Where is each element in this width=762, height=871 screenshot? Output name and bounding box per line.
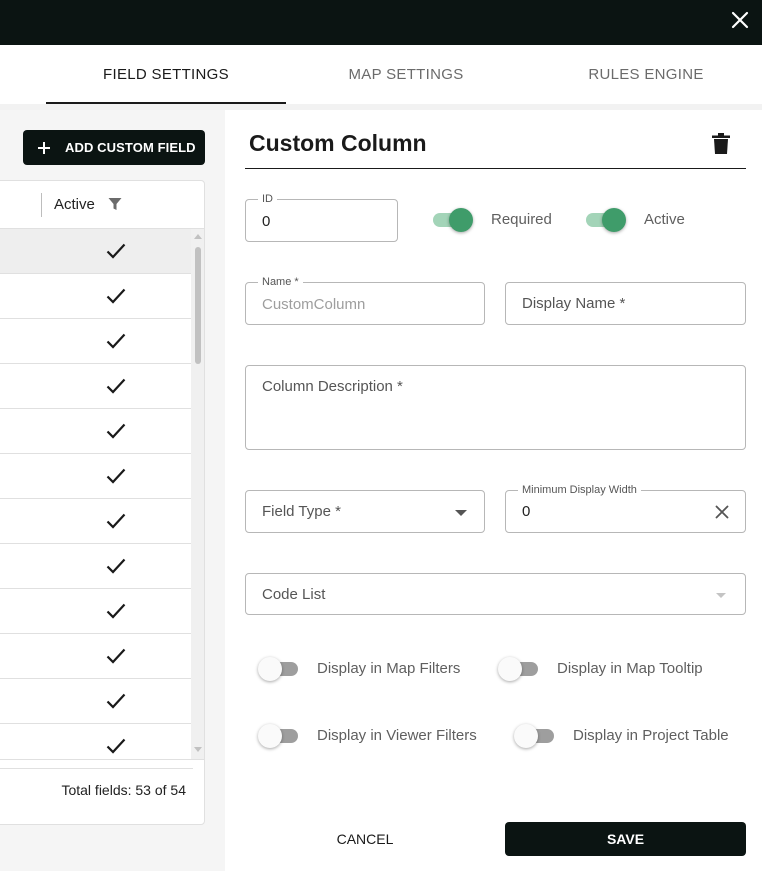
toggle-knob (498, 657, 522, 681)
required-label: Required (491, 211, 552, 228)
table-row[interactable] (0, 454, 193, 499)
table-row[interactable] (0, 544, 193, 589)
display-name-placeholder: Display Name * (522, 295, 626, 312)
table-footer: Total fields: 53 of 54 (0, 759, 204, 824)
display-in-map-tooltip-label: Display in Map Tooltip (557, 660, 703, 677)
form-title: Custom Column (249, 130, 427, 156)
check-icon (106, 738, 126, 754)
top-bar (0, 0, 762, 45)
display-in-viewer-filters-label: Display in Viewer Filters (317, 727, 477, 744)
filter-icon[interactable] (108, 197, 122, 211)
title-divider (245, 168, 746, 169)
scroll-down-arrow-icon[interactable] (194, 747, 202, 752)
min-display-width-label: Minimum Display Width (518, 484, 641, 496)
check-icon (106, 693, 126, 709)
trash-icon[interactable] (712, 133, 730, 154)
add-custom-field-button[interactable]: ADD CUSTOM FIELD (23, 130, 205, 165)
toggle-knob (258, 657, 282, 681)
display-in-viewer-filters-toggle[interactable] (258, 724, 298, 748)
table-row[interactable] (0, 679, 193, 724)
tab-map-settings[interactable]: MAP SETTINGS (286, 45, 526, 103)
active-toggle[interactable] (586, 208, 626, 232)
table-body (0, 229, 193, 769)
table-scrollbar[interactable] (191, 229, 204, 759)
dropdown-caret-icon (716, 593, 726, 598)
save-button[interactable]: SAVE (505, 822, 746, 856)
field-type-placeholder: Field Type * (262, 503, 341, 520)
plus-icon (38, 141, 50, 154)
min-display-width-field[interactable]: Minimum Display Width 0 (505, 484, 746, 533)
code-list-select[interactable]: Code List (245, 573, 746, 615)
check-icon (106, 378, 126, 394)
table-row[interactable] (0, 499, 193, 544)
active-column-header[interactable]: Active (54, 196, 95, 213)
required-toggle-knob (449, 208, 473, 232)
id-field-value: 0 (262, 213, 271, 230)
column-description-field[interactable]: Column Description * (245, 365, 746, 450)
scroll-thumb[interactable] (195, 247, 201, 364)
code-list-placeholder: Code List (262, 586, 326, 603)
close-icon[interactable] (728, 8, 752, 32)
check-icon (106, 423, 126, 439)
display-in-project-table-toggle[interactable] (514, 724, 554, 748)
active-toggle-knob (602, 208, 626, 232)
id-field[interactable]: ID 0 (245, 193, 398, 242)
check-icon (106, 468, 126, 484)
required-toggle[interactable] (433, 208, 473, 232)
clear-icon[interactable] (715, 505, 729, 519)
toggle-knob (514, 724, 538, 748)
display-name-field[interactable]: Display Name * (505, 282, 746, 325)
check-icon (106, 603, 126, 619)
column-separator[interactable] (41, 193, 42, 217)
table-row[interactable] (0, 589, 193, 634)
check-icon (106, 648, 126, 664)
check-icon (106, 243, 126, 259)
id-field-label: ID (258, 193, 277, 205)
active-label: Active (644, 211, 685, 228)
fields-panel: ADD CUSTOM FIELD Active Total fields: 53… (0, 110, 225, 871)
display-in-map-filters-toggle[interactable] (258, 657, 298, 681)
table-row[interactable] (0, 364, 193, 409)
table-row[interactable] (0, 409, 193, 454)
table-row[interactable] (0, 634, 193, 679)
total-fields-count: Total fields: 53 of 54 (61, 782, 186, 798)
name-field-label: Name * (258, 276, 303, 288)
display-in-map-filters-label: Display in Map Filters (317, 660, 461, 677)
table-row[interactable] (0, 274, 193, 319)
toggle-knob (258, 724, 282, 748)
column-description-placeholder: Column Description * (262, 378, 403, 395)
display-in-project-table-label: Display in Project Table (573, 727, 729, 744)
fields-table: Active Total fields: 53 of 54 (0, 180, 205, 825)
check-icon (106, 513, 126, 529)
check-icon (106, 288, 126, 304)
display-in-map-tooltip-toggle[interactable] (498, 657, 538, 681)
name-field[interactable]: Name * CustomColumn (245, 276, 485, 325)
scroll-up-arrow-icon[interactable] (194, 234, 202, 239)
tab-rules-engine[interactable]: RULES ENGINE (526, 45, 762, 103)
settings-tabs: FIELD SETTINGS MAP SETTINGS RULES ENGINE (0, 45, 762, 103)
name-field-value: CustomColumn (262, 296, 366, 313)
tab-field-settings[interactable]: FIELD SETTINGS (46, 45, 286, 103)
check-icon (106, 333, 126, 349)
min-display-width-value: 0 (522, 503, 531, 520)
add-custom-field-label: ADD CUSTOM FIELD (65, 140, 196, 155)
table-row[interactable] (0, 229, 193, 274)
cancel-button[interactable]: CANCEL (310, 822, 420, 856)
dropdown-caret-icon (455, 510, 467, 516)
check-icon (106, 558, 126, 574)
table-row[interactable] (0, 319, 193, 364)
table-header: Active (0, 181, 204, 229)
field-type-select[interactable]: Field Type * (245, 490, 485, 533)
